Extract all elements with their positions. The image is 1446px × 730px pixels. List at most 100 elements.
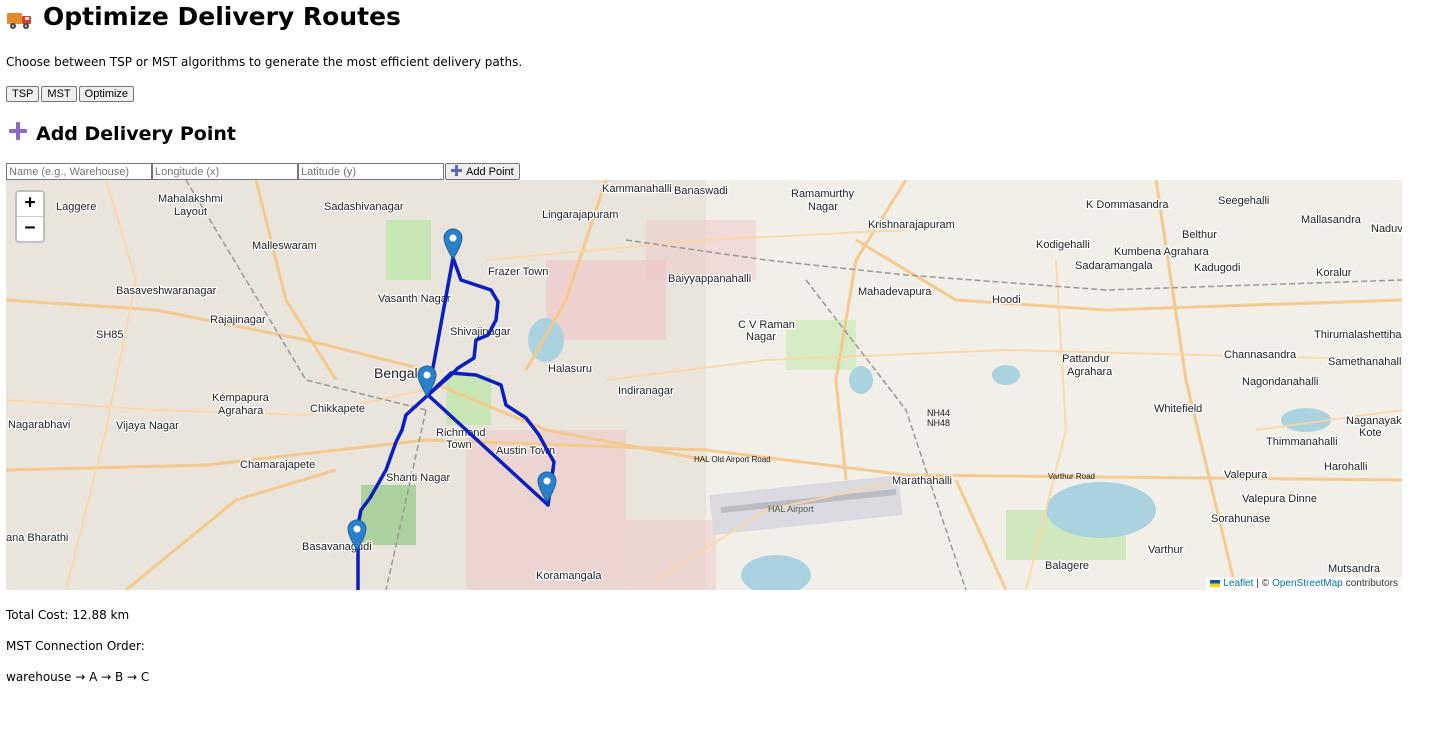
algorithm-toolbar: TSP MST Optimize (6, 86, 136, 102)
map-marker-pin-icon[interactable] (537, 471, 557, 507)
map-label: Halasuru (548, 363, 592, 375)
add-point-button[interactable]: Add Point (445, 163, 520, 180)
map-label: Mahadevapura (858, 286, 932, 298)
map-label: Rajajinagar (210, 314, 266, 326)
map-label: Whitefield (1154, 403, 1202, 415)
map-label: Kammanahalli (602, 183, 672, 195)
delivery-truck-icon (7, 7, 33, 29)
zoom-out-button[interactable]: − (17, 216, 43, 241)
map-label: Krishnarajapuram (868, 219, 955, 231)
map-label: Kadugodi (1194, 262, 1241, 274)
map-label: Balagere (1045, 560, 1089, 572)
map-label: Vasanth Nagar (378, 293, 451, 305)
map-label: SH85 (96, 329, 124, 341)
zoom-in-button[interactable]: + (17, 192, 43, 216)
connection-order: warehouse → A → B → C (6, 670, 150, 684)
map-label: Shivajinagar (450, 326, 511, 338)
map-label: Seegehalli (1218, 195, 1269, 207)
map-label: Richmond (436, 427, 486, 439)
map-label: Harohalli (1324, 461, 1367, 473)
map-label: Samethanahalli (1328, 356, 1402, 368)
map-label: Channasandra (1224, 349, 1297, 361)
add-point-button-label: Add Point (466, 165, 514, 178)
map-label: Kumbena Agrahara (1114, 246, 1210, 258)
page-title-text: Optimize Delivery Routes (43, 2, 401, 31)
total-cost: Total Cost: 12.88 km (6, 608, 130, 622)
map-label: Nagar (746, 331, 776, 343)
map-label: HAL Old Airport Road (694, 455, 771, 464)
map-tiles: Mahalakshmi Layout Laggere Sadashivanaga… (6, 180, 1402, 590)
map-label: Lingarajapuram (542, 209, 618, 221)
plus-icon (451, 164, 462, 179)
longitude-input[interactable] (152, 163, 298, 180)
page-description: Choose between TSP or MST algorithms to … (6, 55, 523, 69)
map-label: Ramamurthy (791, 188, 854, 200)
tsp-button[interactable]: TSP (6, 86, 40, 102)
map-label: Sorahunase (1211, 513, 1270, 525)
plus-icon (8, 121, 28, 146)
map-label: Thimmanahalli (1266, 436, 1338, 448)
map-label: Mutsandra (1328, 563, 1381, 575)
order-title: MST Connection Order: (6, 639, 145, 653)
map-label: Laggere (56, 201, 96, 213)
map-label: Bengal (374, 365, 418, 381)
map-label: Agrahara (218, 405, 264, 417)
map-label: Mahalakshmi (158, 193, 223, 205)
map-label: Belthur (1182, 229, 1217, 241)
map-marker-pin-icon[interactable] (417, 365, 437, 401)
map-label: Nagarabhavi (8, 419, 70, 431)
map-label: Basaveshwaranagar (116, 285, 217, 297)
map-label: Baiyyappanahalli (668, 273, 751, 285)
map-label: Layout (174, 206, 207, 218)
map-label: Shanti Nagar (386, 472, 451, 484)
page-title: Optimize Delivery Routes (7, 2, 401, 31)
latitude-input[interactable] (298, 163, 444, 180)
map-label: Banaswadi (674, 185, 728, 197)
route-map[interactable]: Mahalakshmi Layout Laggere Sadashivanaga… (6, 180, 1402, 590)
map-label: Indiranagar (618, 385, 674, 397)
map-attribution: Leaflet | © OpenStreetMap contributors (1206, 577, 1402, 590)
map-label: Mallasandra (1301, 214, 1362, 226)
map-label: Hoodi (992, 294, 1021, 306)
zoom-control: + − (15, 190, 45, 243)
attribution-contributors: contributors (1345, 578, 1398, 589)
add-point-form: Add Point (6, 163, 520, 180)
optimize-button[interactable]: Optimize (78, 86, 135, 102)
map-label: Pattandur (1062, 353, 1110, 365)
map-label: Vijaya Nagar (116, 420, 179, 432)
map-label: Kodigehalli (1036, 239, 1090, 251)
map-label: Koralur (1316, 267, 1352, 279)
map-label: Agrahara (1067, 366, 1113, 378)
map-label: Kempapura (212, 392, 270, 404)
map-label: Sadaramangala (1075, 260, 1154, 272)
map-label: Frazer Town (488, 266, 548, 278)
map-label: Nagondanahalli (1242, 376, 1318, 388)
map-label: ana Bharathi (6, 532, 68, 544)
map-label: Koramangala (536, 570, 602, 582)
map-label: Thirumalashettihalli (1314, 329, 1402, 341)
map-label: Town (446, 439, 472, 451)
map-marker-pin-icon[interactable] (347, 519, 367, 555)
map-label: Naduva (1371, 223, 1402, 235)
map-label: Kote (1359, 427, 1382, 439)
map-label: NH48 (927, 418, 950, 428)
map-marker-pin-icon[interactable] (443, 228, 463, 264)
map-label: C V Raman (738, 319, 795, 331)
attribution-separator: | © (1256, 578, 1270, 589)
map-label: Varthur Road (1048, 472, 1095, 481)
map-label: Valepura Dinne (1242, 493, 1317, 505)
map-label: Nagar (808, 201, 838, 213)
map-label: Sadashivanagar (324, 201, 404, 213)
openstreetmap-link[interactable]: OpenStreetMap (1272, 578, 1343, 589)
name-input[interactable] (6, 163, 152, 180)
map-label: Malleswaram (252, 240, 317, 252)
leaflet-link[interactable]: Leaflet (1223, 578, 1253, 589)
add-point-title: Add Delivery Point (8, 121, 236, 146)
map-label: HAL Airport (768, 504, 814, 514)
ukraine-flag-icon (1210, 580, 1221, 587)
map-label: Chikkapete (310, 403, 365, 415)
add-point-title-text: Add Delivery Point (36, 122, 236, 145)
map-label: Valepura (1224, 469, 1268, 481)
mst-button[interactable]: MST (41, 86, 77, 102)
map-label: K Dommasandra (1086, 199, 1169, 211)
